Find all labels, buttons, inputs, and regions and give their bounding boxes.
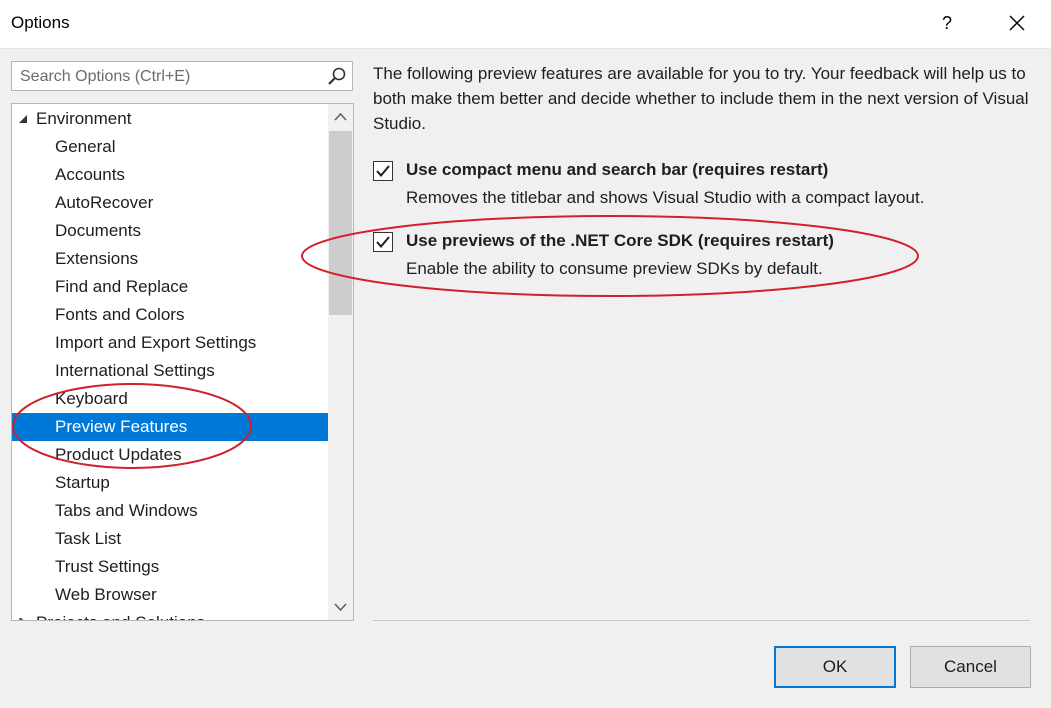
tree-item[interactable]: Import and Export Settings <box>12 329 328 357</box>
help-button[interactable]: ? <box>937 10 957 36</box>
tree-item[interactable]: Web Browser <box>12 581 328 609</box>
netcore-sdk-description: Enable the ability to consume preview SD… <box>406 259 823 278</box>
compact-menu-label[interactable]: Use compact menu and search bar (require… <box>406 160 828 180</box>
checkmark-icon <box>376 236 390 249</box>
tree-item-label: Find and Replace <box>55 277 189 296</box>
search-box <box>11 61 353 91</box>
preview-features-description: The following preview features are avail… <box>373 64 1029 133</box>
tree-item-label: Accounts <box>55 165 125 184</box>
tree-item[interactable]: Documents <box>12 217 328 245</box>
close-icon <box>1009 15 1025 31</box>
tree-item[interactable]: Fonts and Colors <box>12 301 328 329</box>
compact-menu-description: Removes the titlebar and shows Visual St… <box>406 188 925 207</box>
tree-item[interactable]: International Settings <box>12 357 328 385</box>
search-button[interactable] <box>327 66 347 86</box>
tree-item-label: Environment <box>36 109 132 128</box>
tree-scrollbar[interactable] <box>328 104 353 620</box>
tree-item[interactable]: General <box>12 133 328 161</box>
tree-item[interactable]: Product Updates <box>12 441 328 469</box>
triangle-right-icon[interactable] <box>18 618 28 621</box>
search-input[interactable] <box>18 65 322 89</box>
window-title: Options <box>11 13 70 32</box>
scroll-down-button[interactable] <box>328 594 353 620</box>
tree-item-label: Trust Settings <box>55 557 160 576</box>
tree-item[interactable]: Keyboard <box>12 385 328 413</box>
tree-item[interactable]: Find and Replace <box>12 273 328 301</box>
tree-item-label: Projects and Solutions <box>36 613 205 620</box>
cancel-button[interactable]: Cancel <box>910 646 1031 688</box>
tree-item-label: Web Browser <box>55 585 157 604</box>
tree-item-label: International Settings <box>55 361 215 380</box>
tree-item-label: Product Updates <box>55 445 182 464</box>
search-icon <box>328 67 346 85</box>
scrollbar-thumb[interactable] <box>329 131 352 315</box>
chevron-down-icon <box>334 603 347 612</box>
tree-item[interactable]: Startup <box>12 469 328 497</box>
tree-item-label: Import and Export Settings <box>55 333 257 352</box>
tree-item-label: AutoRecover <box>55 193 154 212</box>
tree-item-selected[interactable]: Preview Features <box>12 413 328 441</box>
ok-button[interactable]: OK <box>774 646 896 688</box>
tree-item-label: Documents <box>55 221 141 240</box>
divider <box>373 620 1030 621</box>
netcore-sdk-label[interactable]: Use previews of the .NET Core SDK (requi… <box>406 231 834 251</box>
scroll-up-button[interactable] <box>328 104 353 130</box>
tree-item-projects[interactable]: Projects and Solutions <box>12 609 328 621</box>
tree-item[interactable]: Task List <box>12 525 328 553</box>
tree-item-label: Keyboard <box>55 389 128 408</box>
tree-item[interactable]: Extensions <box>12 245 328 273</box>
tree-item[interactable]: AutoRecover <box>12 189 328 217</box>
checkmark-icon <box>376 165 390 178</box>
triangle-down-icon[interactable] <box>18 114 28 124</box>
tree-item[interactable]: Tabs and Windows <box>12 497 328 525</box>
tree-item-label: Task List <box>55 529 122 548</box>
compact-menu-checkbox[interactable] <box>373 161 393 181</box>
tree-item-environment[interactable]: Environment <box>12 105 328 133</box>
tree-item-label: Fonts and Colors <box>55 305 185 324</box>
close-button[interactable] <box>1000 8 1034 38</box>
annotation-ellipse-feature <box>301 215 919 297</box>
title-bar: Options ? <box>0 0 1051 49</box>
tree-item-label: General <box>55 137 116 156</box>
tree-item[interactable]: Accounts <box>12 161 328 189</box>
netcore-sdk-checkbox[interactable] <box>373 232 393 252</box>
tree-item-label: Preview Features <box>55 417 188 436</box>
chevron-up-icon <box>334 112 347 121</box>
tree-item-label: Tabs and Windows <box>55 501 198 520</box>
tree-item-label: Startup <box>55 473 110 492</box>
options-tree[interactable]: Environment General Accounts AutoRecover… <box>11 103 354 621</box>
tree-item[interactable]: Trust Settings <box>12 553 328 581</box>
tree-item-label: Extensions <box>55 249 139 268</box>
